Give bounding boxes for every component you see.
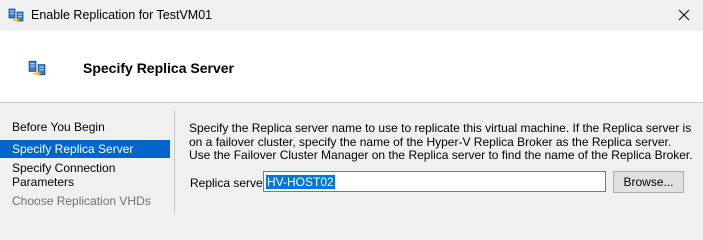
page-title: Specify Replica Server (83, 60, 234, 76)
main-content: Specify the Replica server name to use t… (175, 103, 703, 214)
wizard-header: Specify Replica Server (0, 31, 703, 102)
instructions-text: Specify the Replica server name to use t… (189, 121, 693, 162)
sidebar-item-before-you-begin[interactable]: Before You Begin (0, 120, 170, 134)
replication-icon (8, 8, 24, 23)
replica-server-value: HV-HOST02 (266, 174, 335, 189)
sidebar-item-choose-replication-vhds: Choose Replication VHDs (12, 194, 151, 208)
replica-server-label: Replica server: (190, 176, 271, 190)
wizard-steps-sidebar: Before You Begin Specify Replica Server … (0, 103, 170, 214)
browse-button[interactable]: Browse... (613, 171, 684, 193)
window-title: Enable Replication for TestVM01 (31, 8, 213, 22)
title-bar: Enable Replication for TestVM01 (0, 0, 703, 31)
close-button[interactable] (669, 1, 699, 29)
sidebar-item-specify-replica-server[interactable]: Specify Replica Server (0, 140, 170, 158)
replication-icon (28, 60, 46, 76)
close-icon (678, 9, 690, 21)
sidebar-item-specify-connection-parameters[interactable]: Specify Connection Parameters (0, 161, 120, 189)
replica-server-input[interactable]: HV-HOST02 (263, 171, 606, 192)
